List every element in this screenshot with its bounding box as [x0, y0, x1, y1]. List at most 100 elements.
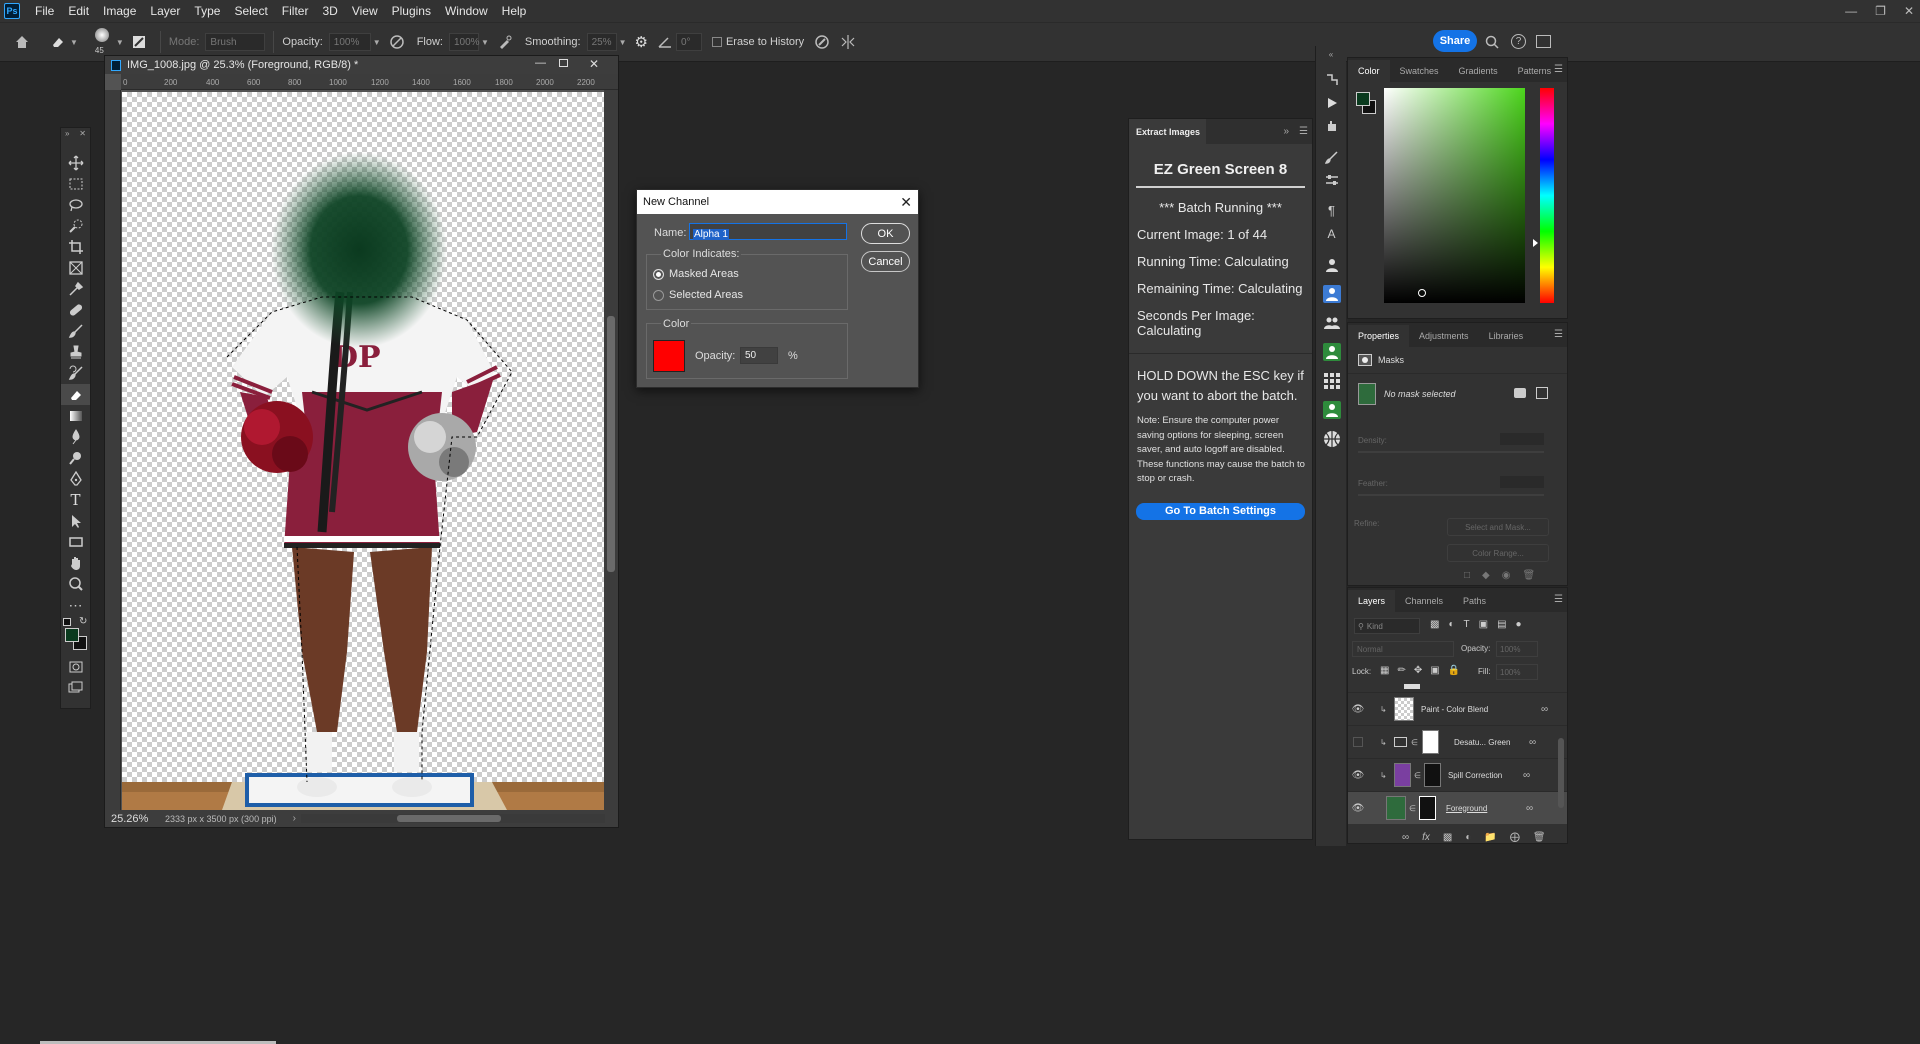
- plugin-icon[interactable]: [1316, 114, 1347, 137]
- zoom-level[interactable]: 25.26%: [111, 813, 165, 825]
- visibility-eye-icon[interactable]: 👁: [1348, 770, 1368, 781]
- link-layers-icon[interactable]: ∞: [1402, 832, 1409, 843]
- filter-smart-icon[interactable]: ▤: [1497, 619, 1506, 630]
- dodge-tool-icon[interactable]: [61, 447, 90, 468]
- maximize-document-icon[interactable]: [559, 59, 568, 67]
- status-menu-icon[interactable]: ›: [293, 813, 296, 824]
- panel-menu-icon[interactable]: ☰: [1554, 329, 1563, 340]
- menu-file[interactable]: File: [28, 0, 61, 22]
- load-selection-icon[interactable]: □: [1464, 570, 1470, 581]
- pressure-size-icon[interactable]: [814, 34, 830, 50]
- flow-field[interactable]: 100%: [448, 33, 480, 51]
- share-button[interactable]: Share: [1433, 30, 1477, 52]
- chain-icon[interactable]: ∈: [1414, 771, 1421, 780]
- actions-play-icon[interactable]: [1316, 91, 1347, 114]
- close-panel-icon[interactable]: ✕: [79, 129, 86, 138]
- character-icon[interactable]: A: [1316, 222, 1347, 245]
- delete-layer-icon[interactable]: 🗑: [1533, 832, 1546, 843]
- tab-swatches[interactable]: Swatches: [1390, 66, 1449, 82]
- mode-select[interactable]: Brush: [205, 33, 266, 51]
- user-blue-icon[interactable]: [1316, 282, 1347, 305]
- fx-icon[interactable]: fx: [1422, 832, 1430, 843]
- lock-all-icon[interactable]: 🔒: [1448, 665, 1460, 676]
- chevron-down-icon[interactable]: ▼: [373, 38, 381, 47]
- tab-adjustments[interactable]: Adjustments: [1409, 331, 1479, 347]
- lock-pixels-icon[interactable]: ✏: [1397, 665, 1405, 676]
- menu-plugins[interactable]: Plugins: [385, 0, 438, 22]
- smoothing-field[interactable]: 25%: [586, 33, 617, 51]
- brush-tool-icon[interactable]: [61, 321, 90, 342]
- tab-paths[interactable]: Paths: [1453, 596, 1496, 612]
- link-icon[interactable]: ∞: [1526, 803, 1533, 814]
- foreground-color[interactable]: [65, 628, 79, 643]
- quick-selection-tool-icon[interactable]: [61, 215, 90, 236]
- menu-layer[interactable]: Layer: [143, 0, 187, 22]
- hand-tool-icon[interactable]: [61, 553, 90, 574]
- user-green-icon[interactable]: [1316, 398, 1347, 421]
- menu-edit[interactable]: Edit: [61, 0, 96, 22]
- type-tool-icon[interactable]: T: [61, 490, 90, 511]
- marquee-tool-icon[interactable]: [61, 173, 90, 194]
- layer-row-paint-color-blend[interactable]: 👁 ↳ Paint - Color Blend ∞: [1348, 692, 1567, 725]
- lock-transparent-icon[interactable]: ▦: [1380, 665, 1389, 676]
- feather-slider[interactable]: [1358, 494, 1544, 496]
- healing-brush-tool-icon[interactable]: [61, 300, 90, 321]
- link-icon[interactable]: ∞: [1529, 737, 1536, 748]
- canvas[interactable]: DP: [122, 92, 604, 814]
- panel-menu-icon[interactable]: ☰: [1299, 126, 1308, 137]
- collapse-icon[interactable]: »: [1283, 126, 1289, 137]
- user-green-icon[interactable]: [1316, 340, 1347, 363]
- visibility-off-icon[interactable]: [1353, 737, 1363, 747]
- search-icon[interactable]: [1485, 35, 1499, 49]
- basketball-icon[interactable]: [1316, 427, 1347, 450]
- pressure-opacity-icon[interactable]: [389, 34, 405, 50]
- gradient-tool-icon[interactable]: [61, 405, 90, 426]
- tab-color[interactable]: Color: [1348, 60, 1390, 82]
- collapse-icon[interactable]: «: [1316, 50, 1346, 60]
- panel-menu-icon[interactable]: ☰: [1554, 64, 1563, 75]
- zoom-tool-icon[interactable]: [61, 574, 90, 595]
- menu-filter[interactable]: Filter: [275, 0, 316, 22]
- lock-position-icon[interactable]: ✥: [1414, 665, 1422, 676]
- link-icon[interactable]: ∞: [1541, 704, 1548, 715]
- menu-window[interactable]: Window: [438, 0, 495, 22]
- go-to-batch-settings-button[interactable]: Go To Batch Settings: [1136, 502, 1305, 520]
- chain-icon[interactable]: ∈: [1409, 804, 1416, 813]
- layer-row-foreground[interactable]: 👁 ∈ Foreground ∞: [1348, 791, 1567, 824]
- tab-properties[interactable]: Properties: [1348, 325, 1410, 347]
- filter-toggle-icon[interactable]: ●: [1516, 619, 1522, 630]
- cancel-button[interactable]: Cancel: [861, 251, 910, 272]
- link-icon[interactable]: ∞: [1523, 770, 1530, 781]
- lock-artboard-icon[interactable]: ▣: [1430, 665, 1439, 676]
- visibility-eye-icon[interactable]: 👁: [1348, 704, 1368, 715]
- brush-settings-icon[interactable]: [132, 35, 146, 49]
- paragraph-icon[interactable]: ¶: [1316, 199, 1347, 222]
- pen-tool-icon[interactable]: [61, 468, 90, 489]
- menu-type[interactable]: Type: [187, 0, 227, 22]
- people-icon[interactable]: [1316, 253, 1347, 276]
- airbrush-icon[interactable]: [497, 34, 513, 50]
- menu-help[interactable]: Help: [495, 0, 534, 22]
- adjustments-icon[interactable]: [1316, 168, 1347, 191]
- screen-mode-icon[interactable]: [61, 677, 90, 698]
- color-field[interactable]: [1384, 88, 1525, 303]
- eraser-tool-icon[interactable]: [50, 34, 66, 50]
- hue-slider-handle[interactable]: [1533, 239, 1538, 247]
- extract-images-tab[interactable]: Extract Images: [1129, 119, 1207, 144]
- delete-icon[interactable]: 🗑: [1522, 570, 1535, 581]
- group-icon[interactable]: [1316, 311, 1347, 334]
- brushes-icon[interactable]: [1316, 145, 1347, 168]
- add-mask-icon[interactable]: ▩: [1443, 832, 1452, 843]
- more-tools-icon[interactable]: ⋯: [61, 595, 90, 616]
- ok-button[interactable]: OK: [861, 223, 910, 244]
- gear-icon[interactable]: ⚙: [634, 33, 647, 51]
- new-layer-icon[interactable]: ⨁: [1510, 832, 1520, 843]
- chevron-down-icon[interactable]: ▼: [619, 38, 627, 47]
- swap-colors-icon[interactable]: ↻: [79, 616, 87, 627]
- collapse-icon[interactable]: »: [65, 129, 69, 138]
- close-icon[interactable]: ✕: [900, 194, 912, 211]
- filter-adjustment-icon[interactable]: ◐: [1448, 619, 1454, 630]
- history-icon[interactable]: [1316, 68, 1347, 91]
- minimize-icon[interactable]: —: [1845, 4, 1857, 18]
- foreground-swatch[interactable]: [1356, 92, 1370, 106]
